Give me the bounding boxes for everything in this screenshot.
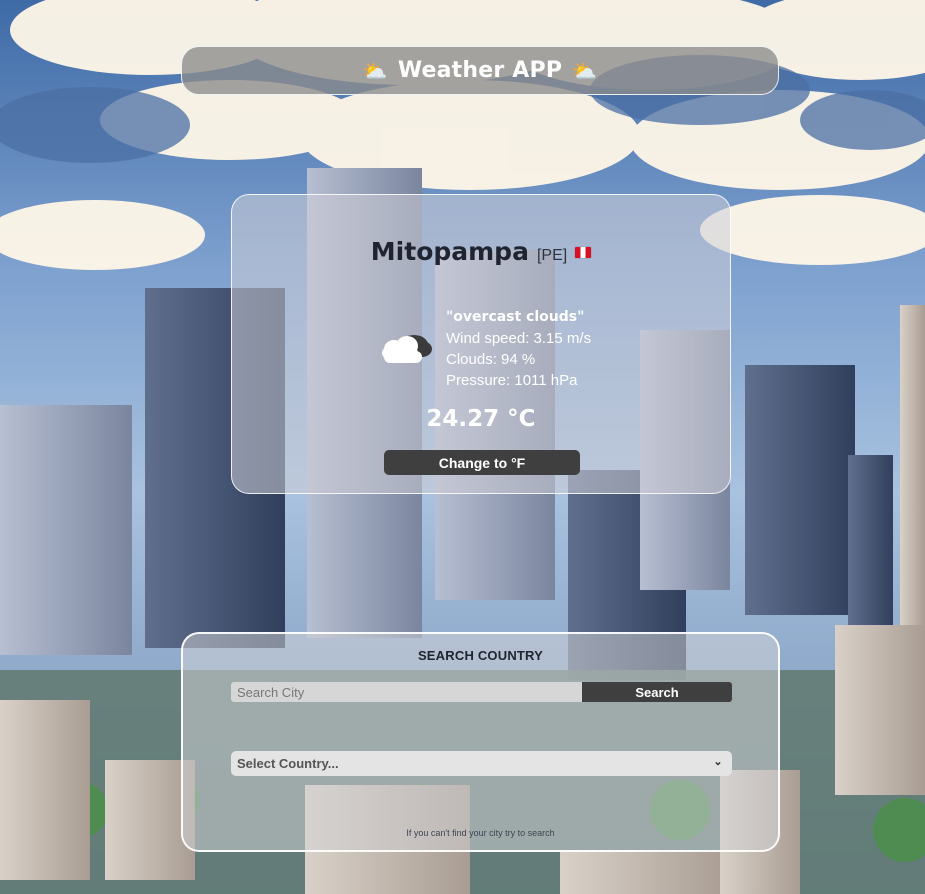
country-select[interactable]: Select Country... ⌄ (231, 751, 732, 776)
search-title: SEARCH COUNTRY (417, 648, 544, 663)
country-code: [PE] (536, 247, 568, 264)
pressure: Pressure: 1011 hPa (446, 372, 578, 389)
weather-details: "overcast clouds" Wind speed: 3.15 m/s C… (446, 307, 591, 391)
change-unit-button[interactable]: Change to °F (384, 450, 580, 475)
peru-flag-icon (575, 247, 592, 258)
app-root: ⛅ Weather APP ⛅ Mitopampa [PE] "overcast… (0, 0, 925, 894)
app-title: Weather APP (397, 58, 563, 83)
wind-speed: Wind speed: 3.15 m/s (446, 330, 592, 347)
weather-card: Mitopampa [PE] "overcast clouds" Wind sp… (231, 194, 731, 494)
country-select-value: Select Country... (237, 756, 339, 771)
city-row: Mitopampa [PE] (232, 237, 730, 266)
app-header: ⛅ Weather APP ⛅ (181, 46, 779, 95)
search-panel: SEARCH COUNTRY Search Select Country... … (181, 632, 780, 852)
clouds-percentage: Clouds: 94 % (446, 351, 536, 368)
temperature: 24.27 °C (426, 406, 536, 432)
sun-behind-cloud-icon: ⛅ (362, 58, 388, 83)
city-name: Mitopampa (370, 237, 529, 266)
search-hint: If you can't find your city try to searc… (406, 828, 555, 838)
overcast-clouds-icon (376, 327, 436, 367)
search-input[interactable] (231, 682, 582, 702)
chevron-down-icon: ⌄ (713, 756, 723, 768)
search-button[interactable]: Search (582, 682, 732, 702)
weather-description: "overcast clouds" (446, 309, 585, 325)
sun-behind-cloud-icon: ⛅ (572, 58, 598, 83)
search-row: Search (231, 682, 732, 702)
